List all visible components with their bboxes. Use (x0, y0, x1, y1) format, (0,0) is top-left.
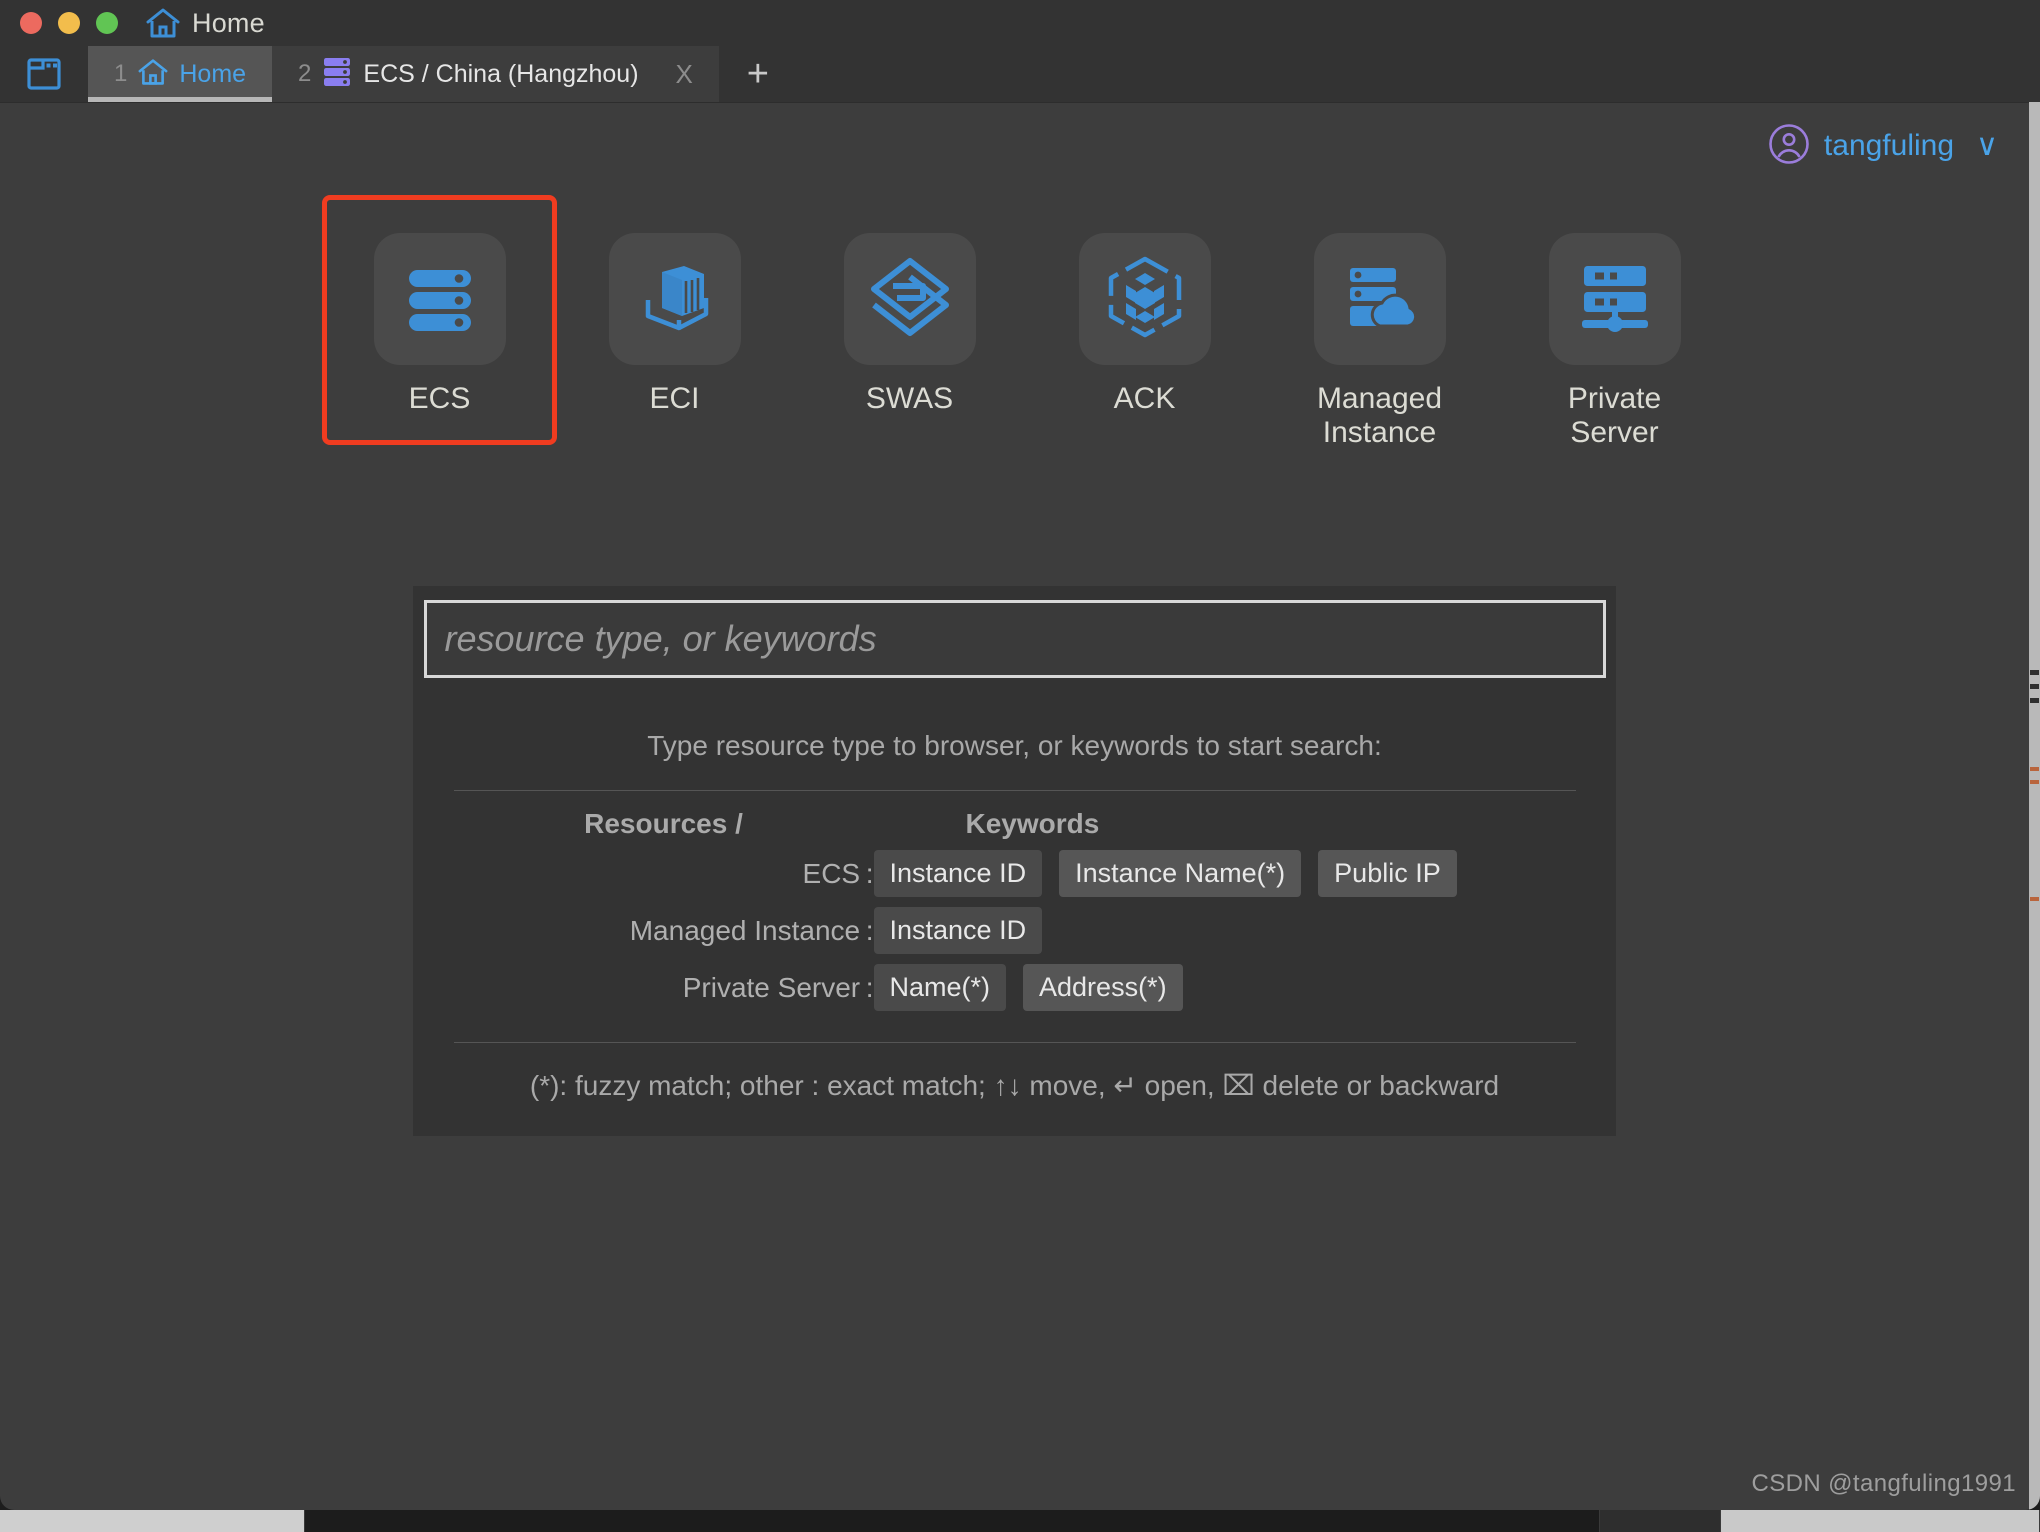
scrollbar-mark (2030, 684, 2039, 689)
account-username: tangfuling (1823, 129, 1955, 162)
tab-label: Home (179, 59, 247, 88)
background-window-strip (0, 1510, 2040, 1532)
close-icon[interactable]: X (676, 61, 693, 87)
row-keywords: Instance ID (873, 902, 1576, 959)
resource-tile (373, 233, 506, 365)
scrollbar-mark (2030, 670, 2039, 675)
home-icon (146, 7, 180, 39)
search-panel: Type resource type to browser, or keywor… (413, 586, 1616, 1136)
resource-tile (608, 233, 741, 365)
background-window-segment (1600, 1510, 1721, 1532)
row-keywords: Instance ID Instance Name(*) Public IP (873, 845, 1576, 902)
resource-item-managed-instance[interactable]: Managed Instance (1262, 195, 1497, 449)
account-bar: tangfuling ∨ (0, 103, 2040, 189)
home-icon (138, 58, 168, 91)
vertical-scrollbar[interactable] (2029, 102, 2040, 1510)
container-box-icon (634, 256, 716, 343)
row-keywords: Name(*) Address(*) (873, 959, 1576, 1016)
server-cloud-icon (1339, 256, 1421, 343)
maximize-window-button[interactable] (96, 12, 118, 34)
search-input[interactable] (442, 617, 1603, 661)
new-tab-button[interactable]: + (718, 46, 797, 102)
scrollbar-mark (2030, 897, 2039, 901)
resource-label: Managed Instance (1316, 382, 1443, 449)
resource-label: Private Server (1567, 382, 1662, 449)
resource-item-eci[interactable]: ECI (557, 195, 792, 416)
header-keywords: Keywords (965, 808, 1100, 839)
resource-tile (843, 233, 976, 365)
tab-bar: 1 Home 2 ECS / China (Hangzhou) X + (0, 46, 2040, 103)
tab-home[interactable]: 1 Home (88, 46, 273, 102)
keyword-chip[interactable]: Instance Name(*) (1059, 850, 1302, 897)
search-input-box[interactable] (423, 600, 1606, 678)
table-row: Private Server : Name(*) Address(*) (454, 959, 1576, 1016)
resource-label: ECI (649, 382, 700, 415)
resource-item-ecs[interactable]: ECS (322, 195, 557, 445)
search-hint-title: Type resource type to browser, or keywor… (647, 730, 1382, 761)
row-resource-label: ECS : (802, 857, 874, 889)
chevron-down-icon[interactable]: ∨ (1976, 131, 1998, 161)
keyword-chip[interactable]: Public IP (1318, 850, 1457, 897)
resource-label: ACK (1113, 382, 1176, 415)
kubernetes-cube-icon (1104, 254, 1186, 345)
keyword-chip[interactable]: Instance ID (873, 850, 1043, 897)
scrollbar-mark (2030, 780, 2039, 784)
resource-item-ack[interactable]: ACK (1027, 195, 1262, 416)
search-hints-table: Resources / Keywords ECS : Instance ID I… (454, 803, 1576, 1016)
header-resources: Resources / (584, 808, 743, 839)
server-network-icon (1574, 256, 1656, 343)
tab-ecs-china-hangzhou[interactable]: 2 ECS / China (Hangzhou) X (272, 46, 719, 102)
window-titlebar: Home (0, 0, 2040, 46)
resource-label: ECS (408, 382, 471, 415)
resource-tile (1078, 233, 1211, 365)
tab-bar-filler (796, 46, 2040, 102)
scrollbar-mark (2030, 767, 2039, 771)
account-menu[interactable]: tangfuling ∨ (1768, 123, 1998, 170)
resource-type-grid: ECS ECI SWAS ACK Managed Instance Privat… (322, 195, 2040, 449)
row-resource-label: Managed Instance : (629, 914, 874, 946)
background-window-segment (1721, 1510, 2040, 1532)
keyword-chip[interactable]: Address(*) (1023, 964, 1183, 1011)
tab-label: ECS / China (Hangzhou) (363, 59, 639, 88)
resource-type-grid-wrap: ECS ECI SWAS ACK Managed Instance Privat… (0, 195, 2040, 470)
background-window-segment (0, 1510, 305, 1532)
window-panel-icon[interactable] (0, 46, 88, 102)
search-footnote: (*): fuzzy match; other : exact match; ↑… (529, 1070, 1500, 1101)
app-window: Home 1 Home 2 ECS / China (Hangzhou) X +… (0, 0, 2040, 1510)
keyword-chip[interactable]: Name(*) (873, 964, 1007, 1011)
traffic-lights (20, 12, 118, 34)
tab-index: 1 (114, 60, 128, 87)
watermark: CSDN @tangfuling1991 (1751, 1470, 2016, 1497)
row-resource-label: Private Server : (682, 971, 874, 1003)
resource-label: SWAS (865, 382, 954, 415)
table-row: Managed Instance : Instance ID (454, 902, 1576, 959)
scrollbar-mark (2030, 698, 2039, 703)
divider-top (453, 790, 1576, 791)
resource-item-private-server[interactable]: Private Server (1497, 195, 1732, 449)
resource-item-swas[interactable]: SWAS (792, 195, 1027, 416)
server-stack-icon (322, 56, 352, 93)
user-circle-icon (1768, 123, 1810, 170)
swas-diamond-icon (867, 254, 953, 345)
close-window-button[interactable] (20, 12, 42, 34)
window-title: Home (192, 7, 265, 38)
table-row: ECS : Instance ID Instance Name(*) Publi… (454, 845, 1576, 902)
background-window-segment (305, 1510, 1600, 1532)
table-header-row: Resources / Keywords (454, 803, 1576, 845)
resource-tile (1548, 233, 1681, 365)
tab-index: 2 (298, 60, 312, 87)
keyword-chip[interactable]: Instance ID (873, 907, 1043, 954)
window-title-group: Home (146, 7, 265, 39)
minimize-window-button[interactable] (58, 12, 80, 34)
server-stack-icon (399, 256, 481, 343)
resource-tile (1313, 233, 1446, 365)
